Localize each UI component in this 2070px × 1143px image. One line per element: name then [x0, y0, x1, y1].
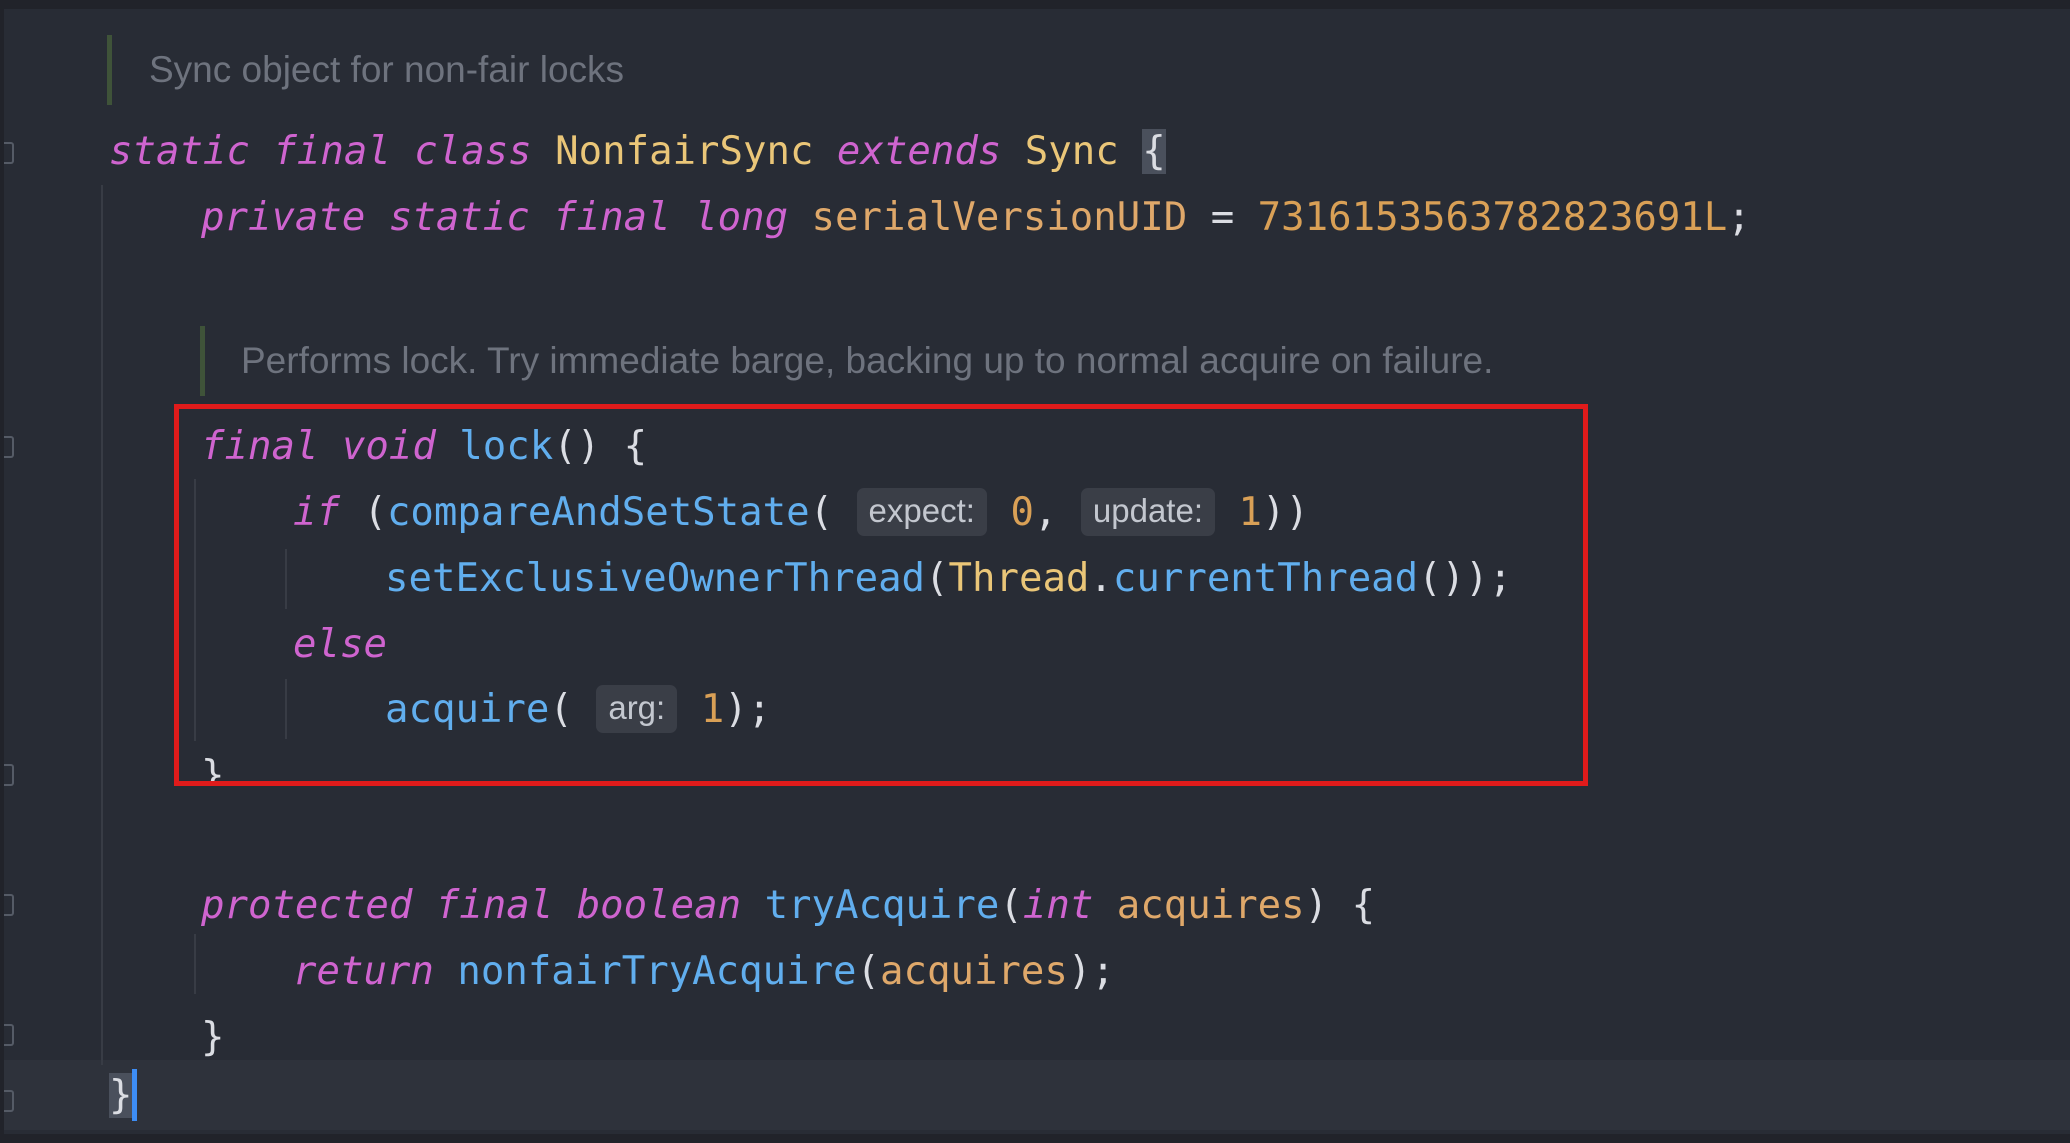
indent-guide [101, 185, 103, 1065]
method-call: nonfairTryAcquire [457, 949, 857, 994]
punctuation: ; [1727, 195, 1751, 240]
number-literal: 7316153563782823691L [1257, 195, 1728, 240]
punctuation: ( [856, 949, 881, 994]
keyword: return [293, 949, 434, 994]
method-name: tryAcquire [764, 883, 1000, 928]
operator: = [1187, 195, 1258, 240]
code-line-class-close[interactable]: } [109, 1063, 138, 1129]
class-name: NonfairSync [555, 129, 814, 174]
keyword: extends [836, 129, 1002, 174]
field-name: serialVersionUID [811, 195, 1188, 240]
code-line-class-decl[interactable]: static final class NonfairSync extends S… [109, 119, 1166, 185]
fold-marker[interactable] [4, 436, 14, 458]
fold-marker[interactable] [4, 764, 14, 786]
fold-marker[interactable] [4, 142, 14, 164]
indent-guide [194, 934, 196, 994]
code-line-try-acquire-decl[interactable]: protected final boolean tryAcquire(int a… [201, 873, 1375, 939]
doc-comment-bar [107, 35, 112, 105]
text-caret [132, 1068, 138, 1121]
matched-brace: } [109, 1073, 133, 1118]
highlight-box [174, 404, 1588, 786]
punctuation: ( [999, 883, 1023, 928]
keyword: boolean [576, 883, 742, 928]
keyword: final [435, 883, 554, 928]
punctuation: ) { [1304, 883, 1376, 928]
punctuation: } [201, 1015, 225, 1060]
keyword: long [694, 195, 789, 240]
doc-comment-lock: Performs lock. Try immediate barge, back… [241, 340, 1494, 381]
fold-marker[interactable] [4, 1090, 14, 1112]
code-line-serial-uid[interactable]: private static final long serialVersionU… [201, 185, 1751, 251]
superclass-name: Sync [1024, 129, 1119, 174]
keyword: static [388, 195, 530, 240]
code-line-return[interactable]: return nonfairTryAcquire(acquires); [293, 939, 1115, 1005]
code-editor[interactable]: Sync object for non-fair locks static fi… [4, 9, 2070, 1134]
punctuation: ); [1067, 949, 1115, 994]
keyword: protected [201, 883, 413, 928]
code-line-try-acquire-close[interactable]: } [201, 1005, 224, 1071]
matched-brace: { [1142, 129, 1166, 174]
fold-marker[interactable] [4, 1024, 14, 1046]
parameter-name: acquires [880, 949, 1068, 994]
keyword: final [273, 129, 391, 174]
parameter-name: acquires [1116, 883, 1305, 928]
doc-comment-bar [200, 326, 205, 396]
fold-marker[interactable] [4, 894, 14, 916]
keyword: int [1022, 883, 1094, 928]
keyword: final [553, 195, 671, 240]
current-line-highlight [4, 1060, 2070, 1130]
keyword: class [414, 129, 532, 174]
keyword: static [109, 129, 250, 174]
keyword: private [201, 195, 366, 240]
doc-comment-class: Sync object for non-fair locks [149, 49, 625, 90]
